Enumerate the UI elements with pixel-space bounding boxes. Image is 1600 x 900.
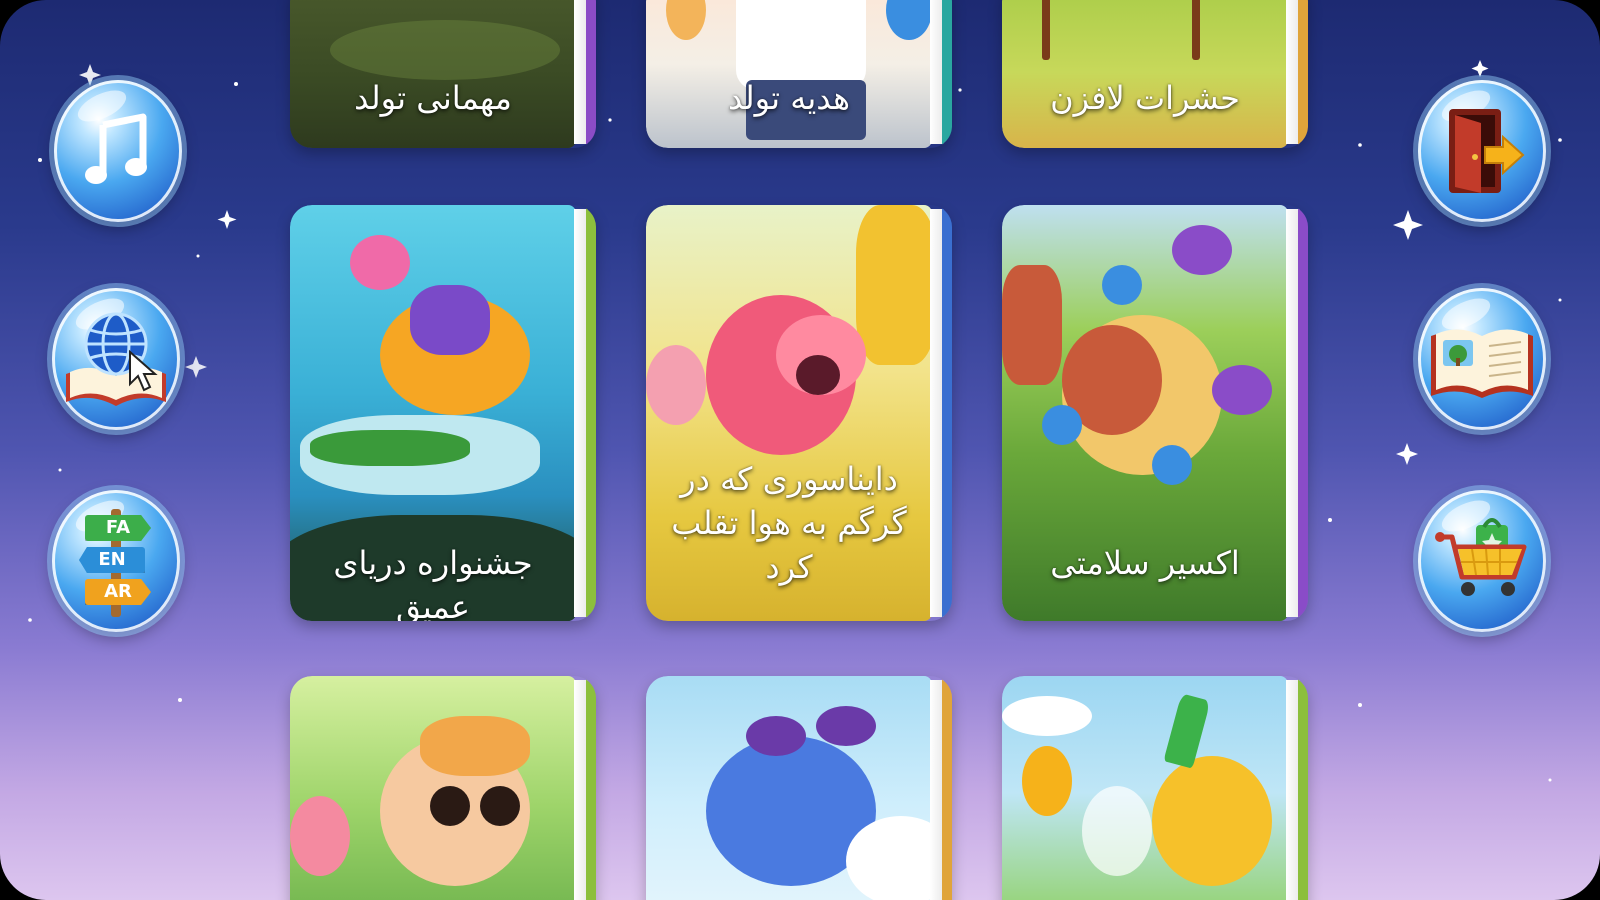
web-language-button[interactable]	[52, 288, 180, 430]
library-button[interactable]	[1418, 288, 1546, 430]
book-title: حشرات لافزن	[1050, 79, 1240, 117]
book-card-birthday-party[interactable]: مهمانی تولد	[290, 0, 596, 148]
shopping-cart-icon	[1435, 518, 1527, 596]
book-card-birthday-gift[interactable]: هدیه تولد	[646, 0, 952, 148]
book-card-cheating-dinosaur[interactable]: دایناسوری که در گرگم به هوا تقلب کرد	[646, 205, 952, 621]
globe-book-icon	[66, 312, 166, 406]
book-title: دایناسوری که در گرگم به هوا تقلب کرد	[671, 460, 907, 586]
exit-door-icon	[1449, 109, 1525, 193]
language-sign-icon: FA EN AR	[71, 501, 161, 621]
music-note-icon	[85, 113, 147, 184]
language-en[interactable]: EN	[79, 547, 145, 573]
book-card-health-elixir[interactable]: اکسیر سلامتی	[1002, 205, 1308, 621]
book-card-tattletale-bugs[interactable]: حشرات لافزن	[1002, 0, 1308, 148]
exit-button[interactable]	[1418, 80, 1546, 222]
book-card-bee[interactable]	[1002, 676, 1308, 900]
app-screen: FA EN AR مهمانی تولد هدیه تولد حشرات لاف…	[0, 0, 1600, 900]
shop-button[interactable]	[1418, 490, 1546, 632]
language-switch-button[interactable]: FA EN AR	[52, 490, 180, 632]
book-title: اکسیر سلامتی	[1050, 544, 1240, 582]
music-button[interactable]	[54, 80, 182, 222]
book-card-blue-dragon[interactable]	[646, 676, 952, 900]
language-fa[interactable]: FA	[85, 515, 151, 541]
book-title: هدیه تولد	[728, 79, 850, 117]
book-card-deep-sea-festival[interactable]: جشنواره دریای عمیق	[290, 205, 596, 621]
open-book-icon	[1431, 329, 1533, 398]
book-title: جشنواره دریای عمیق	[333, 544, 533, 621]
book-title: مهمانی تولد	[354, 79, 512, 117]
book-card-elf[interactable]	[290, 676, 596, 900]
language-ar[interactable]: AR	[85, 579, 151, 605]
